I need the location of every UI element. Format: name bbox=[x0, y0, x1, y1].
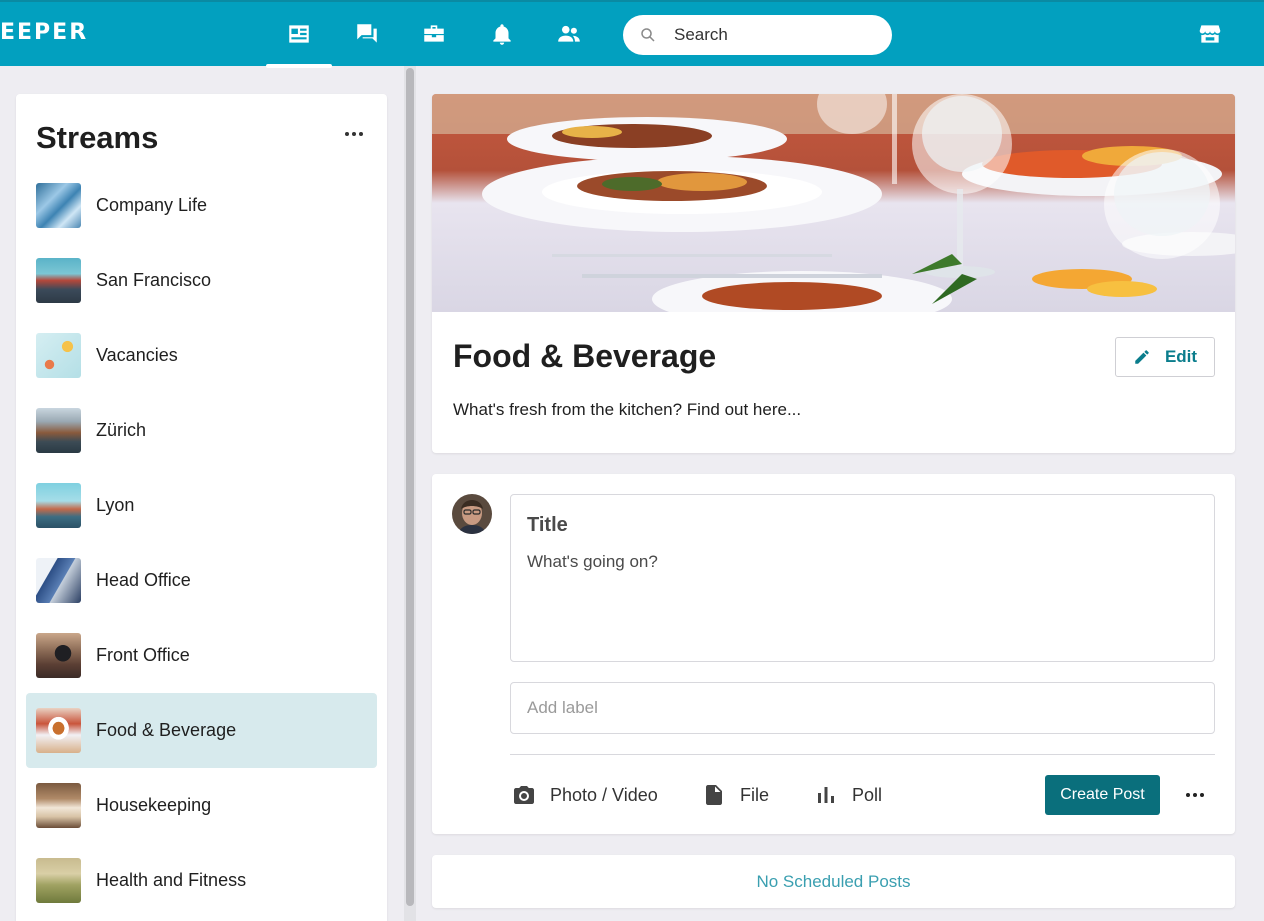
stream-thumbnail bbox=[36, 558, 81, 603]
composer-more-button[interactable] bbox=[1183, 783, 1207, 807]
search-icon bbox=[641, 28, 655, 42]
file-icon bbox=[706, 785, 722, 805]
post-title-input[interactable]: Title bbox=[527, 514, 568, 537]
avatar-image bbox=[452, 494, 492, 534]
cover-image bbox=[432, 94, 1235, 312]
file-label: File bbox=[740, 784, 770, 805]
stream-header-card: Food & Beverage Edit What's fresh from t… bbox=[432, 94, 1235, 453]
photo-video-label: Photo / Video bbox=[550, 784, 658, 805]
toolbox-icon bbox=[424, 25, 444, 42]
stream-label: Lyon bbox=[96, 495, 135, 515]
nav-chat-button[interactable] bbox=[334, 2, 400, 66]
create-post-button[interactable]: Create Post bbox=[1045, 775, 1160, 815]
search-bar[interactable] bbox=[623, 15, 892, 55]
store-button[interactable] bbox=[1177, 2, 1243, 66]
stream-item-health-and-fitness[interactable]: Health and Fitness bbox=[26, 843, 377, 918]
sidebar-more-button[interactable] bbox=[342, 122, 366, 146]
stream-item-head-office[interactable]: Head Office bbox=[26, 543, 377, 618]
brand-logo[interactable]: EEPER bbox=[0, 20, 88, 45]
stream-thumbnail bbox=[36, 483, 81, 528]
stream-item-zurich[interactable]: Zürich bbox=[26, 393, 377, 468]
stream-item-housekeeping[interactable]: Housekeeping bbox=[26, 768, 377, 843]
stream-label: Head Office bbox=[96, 570, 191, 590]
stream-description: What's fresh from the kitchen? Find out … bbox=[453, 400, 802, 419]
nav-newsfeed-button[interactable] bbox=[266, 2, 332, 68]
stream-label: Health and Fitness bbox=[96, 870, 247, 890]
composer-divider bbox=[510, 754, 1215, 755]
stream-thumbnail bbox=[36, 408, 81, 453]
stream-item-san-francisco[interactable]: San Francisco bbox=[26, 243, 377, 318]
store-icon bbox=[1199, 25, 1221, 43]
stream-thumbnail bbox=[36, 783, 81, 828]
stream-label: Housekeeping bbox=[96, 795, 212, 815]
stream-item-lyon[interactable]: Lyon bbox=[26, 468, 377, 543]
stream-thumbnail bbox=[36, 633, 81, 678]
stream-thumbnail bbox=[36, 333, 81, 378]
stream-thumbnail bbox=[36, 258, 81, 303]
stream-thumbnail bbox=[36, 183, 81, 228]
scheduled-posts-link[interactable]: No Scheduled Posts bbox=[432, 855, 1235, 908]
stream-item-company-life[interactable]: Company Life bbox=[26, 168, 377, 243]
newsfeed-icon bbox=[289, 25, 309, 43]
add-label-input[interactable] bbox=[510, 682, 1215, 734]
poll-button[interactable]: Poll bbox=[814, 776, 882, 814]
post-body-input[interactable]: What's going on? bbox=[527, 552, 658, 572]
stream-thumbnail bbox=[36, 858, 81, 903]
chat-icon bbox=[357, 24, 377, 43]
stream-label: Front Office bbox=[96, 645, 190, 665]
stream-label: Vacancies bbox=[96, 345, 178, 365]
more-horizontal-icon bbox=[345, 132, 363, 136]
photo-video-button[interactable]: Photo / Video bbox=[512, 776, 658, 814]
scrollbar-thumb[interactable] bbox=[406, 68, 414, 906]
scheduled-posts-label: No Scheduled Posts bbox=[756, 871, 911, 891]
stream-thumbnail bbox=[36, 708, 81, 753]
post-composer-card: Title What's going on? Photo / Video Fil… bbox=[432, 474, 1235, 834]
sidebar-scrollbar[interactable] bbox=[404, 66, 416, 921]
search-input[interactable] bbox=[674, 25, 874, 45]
stream-item-food-and-beverage[interactable]: Food & Beverage bbox=[26, 693, 377, 768]
user-avatar[interactable] bbox=[452, 494, 492, 534]
nav-people-button[interactable] bbox=[536, 2, 602, 66]
file-button[interactable]: File bbox=[702, 776, 769, 814]
stream-title: Food & Beverage bbox=[453, 338, 717, 374]
streams-sidebar: Streams Company Life San Francisco Vacan… bbox=[16, 94, 387, 921]
more-horizontal-icon bbox=[1186, 793, 1204, 797]
stream-label: Company Life bbox=[96, 195, 208, 215]
edit-stream-button[interactable]: Edit bbox=[1115, 337, 1215, 377]
stream-item-vacancies[interactable]: Vacancies bbox=[26, 318, 377, 393]
poll-icon bbox=[818, 787, 834, 803]
nav-notifications-button[interactable] bbox=[469, 2, 535, 66]
post-editor[interactable]: Title What's going on? bbox=[510, 494, 1215, 662]
stream-label: San Francisco bbox=[96, 270, 212, 290]
bell-icon bbox=[493, 24, 511, 45]
stream-label: Food & Beverage bbox=[96, 720, 237, 740]
sidebar-title: Streams bbox=[36, 120, 159, 155]
people-icon bbox=[558, 25, 580, 42]
top-navigation-bar: EEPER bbox=[0, 0, 1264, 68]
stream-item-front-office[interactable]: Front Office bbox=[26, 618, 377, 693]
pencil-icon bbox=[1135, 350, 1149, 364]
edit-label: Edit bbox=[1164, 347, 1198, 366]
poll-label: Poll bbox=[852, 784, 883, 805]
stream-label: Zürich bbox=[96, 420, 147, 440]
nav-toolbox-button[interactable] bbox=[401, 2, 467, 66]
camera-icon bbox=[514, 786, 534, 804]
